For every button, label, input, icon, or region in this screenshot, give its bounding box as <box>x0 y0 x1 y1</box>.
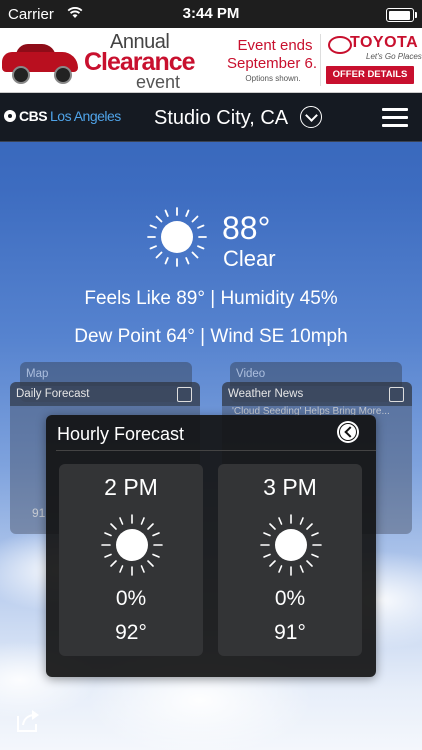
battery-icon <box>386 8 417 22</box>
precip-chance: 0% <box>274 587 306 610</box>
nav-bar: CBS Los Angeles Studio City, CA <box>0 93 422 142</box>
sun-icon <box>147 207 207 267</box>
back-arrow-icon[interactable] <box>337 421 359 443</box>
location-selector[interactable]: Studio City, CA <box>154 107 288 130</box>
cbs-eye-icon <box>4 110 16 122</box>
hour-card: 3 PM 0% 91° <box>218 464 362 656</box>
menu-icon[interactable] <box>382 107 408 127</box>
daily-forecast-snippet: 91 <box>32 506 46 520</box>
hour-time: 3 PM <box>263 474 317 500</box>
dew-point-wind: Dew Point 64° | Wind SE 10mph <box>74 326 348 347</box>
ad-brand: TOYOTA <box>350 34 419 51</box>
ad-event-ends: Event ends <box>237 37 313 54</box>
title-divider <box>56 450 376 451</box>
chevron-down-icon[interactable] <box>300 106 322 128</box>
share-icon[interactable] <box>14 706 42 734</box>
toyota-ad-banner[interactable]: Annual Clearance event Event ends Septem… <box>0 28 422 93</box>
offer-details-button[interactable]: OFFER DETAILS <box>326 66 414 84</box>
car-image <box>2 42 80 84</box>
ad-slogan: Let's Go Places <box>366 52 422 61</box>
current-temperature: 88° <box>222 210 271 246</box>
status-bar: Carrier 3:44 PM <box>0 0 422 28</box>
ad-event-date: September 6. <box>226 55 318 72</box>
feels-like-humidity: Feels Like 89° | Humidity 45% <box>84 288 338 309</box>
ad-divider <box>320 34 321 86</box>
current-condition: Clear <box>223 246 276 271</box>
logo-cbs: CBS <box>19 108 48 124</box>
precip-chance: 0% <box>115 587 147 610</box>
hourly-forecast-panel: Hourly Forecast 2 PM 0% 92° 3 PM 0% 91° <box>46 415 376 677</box>
current-conditions: 88° Clear Feels Like 89° | Humidity 45% … <box>0 200 422 370</box>
daily-forecast-label: Daily Forecast <box>10 382 200 406</box>
toyota-logo-icon <box>328 36 352 54</box>
hourly-forecast-title: Hourly Forecast <box>57 424 185 444</box>
hour-time: 2 PM <box>104 474 158 500</box>
ad-headline-2: Clearance <box>84 48 196 76</box>
document-icon <box>389 387 404 402</box>
logo-city: Los Angeles <box>50 108 121 124</box>
hour-card: 2 PM 0% 92° <box>59 464 203 656</box>
clock-time: 3:44 PM <box>182 5 240 22</box>
hour-temperature: 92° <box>115 621 147 644</box>
sun-icon <box>101 514 163 576</box>
hour-temperature: 91° <box>274 621 306 644</box>
ad-headline-3: event <box>136 72 181 92</box>
weather-news-label: Weather News <box>222 382 412 406</box>
ad-options-note: Options shown. <box>245 74 301 83</box>
calendar-icon <box>177 387 192 402</box>
sun-icon <box>260 514 322 576</box>
